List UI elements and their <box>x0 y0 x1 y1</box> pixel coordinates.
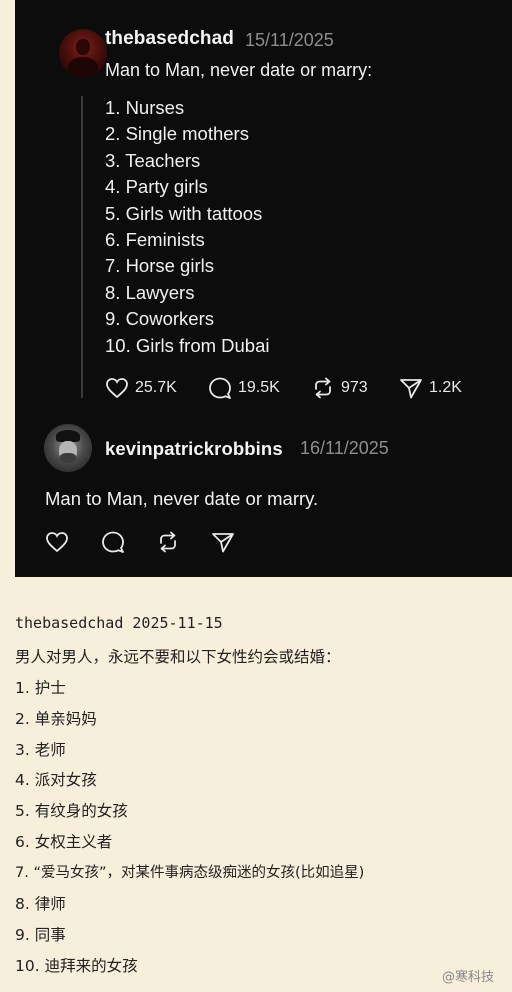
reply-date: 16/11/2025 <box>300 438 389 458</box>
reply-text: Man to Man, never date or marry. <box>45 488 319 509</box>
reply-comment-button[interactable] <box>101 531 125 558</box>
avatar-face <box>76 39 90 55</box>
share-button[interactable]: 1.2K <box>399 377 462 399</box>
comment-icon <box>209 377 231 399</box>
like-button[interactable]: 25.7K <box>105 377 177 399</box>
list-item: 6. Feminists <box>105 229 205 251</box>
translation-item: 2. 单亲妈妈 <box>15 710 97 728</box>
share-count: 1.2K <box>429 379 462 396</box>
watermark: @寒科技 <box>442 970 495 985</box>
repost-icon <box>315 377 331 399</box>
avatar-body <box>68 57 98 77</box>
threads-screenshot: thebasedchad 15/11/2025 Man to Man, neve… <box>15 0 512 577</box>
repost-button[interactable]: 973 <box>311 377 368 399</box>
list-item: 7. Horse girls <box>105 255 214 277</box>
list-item: 5. Girls with tattoos <box>105 202 263 224</box>
translation-intro: 男人对男人，永远不要和以下女性约会或结婚： <box>15 648 341 666</box>
reply-repost-button[interactable] <box>156 531 180 558</box>
translation-header: thebasedchad 2025-11-15 <box>15 614 223 632</box>
thread-line <box>81 96 83 398</box>
list-item: 10. Girls from Dubai <box>105 334 270 356</box>
repost-icon <box>160 531 176 553</box>
translation-item: 4. 派对女孩 <box>15 771 97 789</box>
list-item: 1. Nurses <box>105 97 185 118</box>
send-icon <box>212 533 234 553</box>
list-item: 9. Coworkers <box>105 308 214 330</box>
list-item: 8. Lawyers <box>105 281 195 303</box>
reply-count: 19.5K <box>238 379 280 396</box>
translation-item: 8. 律师 <box>15 895 66 913</box>
post-list: 1. Nurses 2. Single mothers 3. Teachers … <box>105 95 270 359</box>
comment-icon <box>102 531 124 553</box>
list-item: 4. Party girls <box>105 176 208 198</box>
reply-like-button[interactable] <box>45 531 69 558</box>
post-date: 15/11/2025 <box>245 30 334 50</box>
reply-author-handle[interactable]: kevinpatrickrobbins <box>105 438 283 460</box>
translation-item: 7. “爱马女孩”，对某件事病态级痴迷的女孩(比如追星) <box>15 865 365 881</box>
heart-icon <box>106 378 128 399</box>
post-intro: Man to Man, never date or marry: <box>105 60 373 80</box>
translation-item: 9. 同事 <box>15 926 66 944</box>
translation-item: 6. 女权主义者 <box>15 833 113 851</box>
reply-button[interactable]: 19.5K <box>208 377 280 399</box>
heart-icon <box>46 532 68 553</box>
avatar-beard <box>60 453 76 463</box>
repost-count: 973 <box>341 379 368 396</box>
translation-item: 10. 迪拜来的女孩 <box>15 957 138 975</box>
avatar[interactable] <box>44 424 92 472</box>
send-icon <box>400 379 422 399</box>
post-author-handle[interactable]: thebasedchad <box>105 28 234 50</box>
list-item: 3. Teachers <box>105 149 201 171</box>
translation-item: 1. 护士 <box>15 679 66 697</box>
translation-item: 3. 老师 <box>15 741 66 759</box>
translation-item: 5. 有纹身的女孩 <box>15 802 128 820</box>
like-count: 25.7K <box>135 379 177 396</box>
avatar[interactable] <box>59 29 107 77</box>
list-item: 2. Single mothers <box>105 123 249 145</box>
reply-share-button[interactable] <box>211 531 235 558</box>
